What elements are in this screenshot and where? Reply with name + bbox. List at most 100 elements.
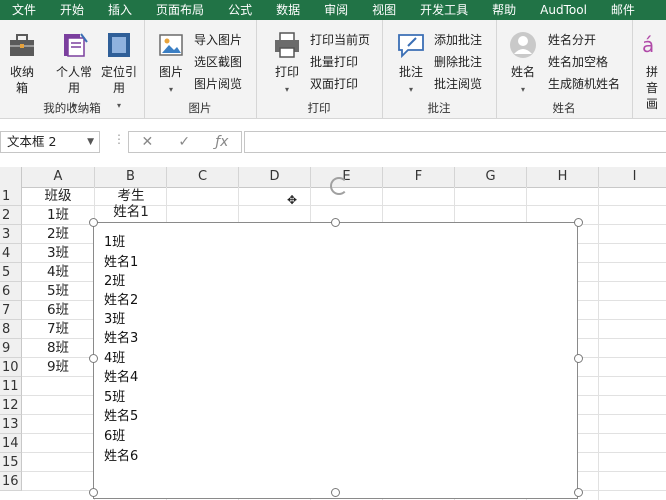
- picture-browse-button[interactable]: 图片阅览: [194, 74, 242, 94]
- tab-home[interactable]: 开始: [48, 0, 96, 20]
- add-space-button[interactable]: 姓名加空格: [548, 52, 608, 72]
- row-header-6[interactable]: 6: [0, 282, 22, 301]
- function-icon[interactable]: ƒx: [215, 134, 228, 150]
- name-box[interactable]: 文本框 2 ▼: [0, 131, 100, 153]
- comment-browse-button[interactable]: 批注阅览: [434, 74, 482, 94]
- column-header-i[interactable]: I: [599, 167, 666, 187]
- cell-a6[interactable]: 5班: [22, 282, 94, 301]
- tab-page-layout[interactable]: 页面布局: [144, 0, 216, 20]
- resize-handle[interactable]: [574, 354, 583, 363]
- batch-print-button[interactable]: 批量打印: [310, 52, 358, 72]
- printer-icon: [275, 32, 299, 58]
- text-box-line: 姓名3: [104, 331, 139, 346]
- import-picture-button[interactable]: 导入图片: [194, 30, 242, 50]
- tab-data[interactable]: 数据: [264, 0, 312, 20]
- picture-button[interactable]: 图片 ▾: [154, 30, 188, 98]
- group-label-print: 打印: [307, 101, 331, 115]
- tab-view[interactable]: 视图: [360, 0, 408, 20]
- print-current-page-button[interactable]: 打印当前页: [310, 30, 370, 50]
- resize-handle[interactable]: [331, 218, 340, 227]
- group-pinyin: á 拼音画: [632, 20, 666, 118]
- row-header-3[interactable]: 3: [0, 225, 22, 244]
- pinyin-button[interactable]: á 拼音画: [640, 30, 664, 112]
- row-header-14[interactable]: 14: [0, 434, 22, 453]
- tab-file[interactable]: 文件: [0, 0, 48, 20]
- storage-button[interactable]: 收纳箱: [4, 30, 40, 96]
- group-name: 姓名 ▾ 姓名分开 姓名加空格 生成随机姓名 姓名: [496, 20, 633, 118]
- row-header-16[interactable]: 16: [0, 472, 22, 491]
- tab-review[interactable]: 审阅: [312, 0, 360, 20]
- rotate-handle-icon[interactable]: [330, 177, 348, 195]
- tab-mail[interactable]: 邮件: [599, 0, 647, 20]
- tab-help[interactable]: 帮助: [480, 0, 528, 20]
- cell-a3[interactable]: 2班: [22, 225, 94, 244]
- comment-browse-label: 批注阅览: [434, 77, 483, 91]
- toolbox-icon: [10, 34, 34, 56]
- resize-handle[interactable]: [89, 218, 98, 227]
- formula-input[interactable]: [244, 131, 666, 153]
- cell-a10[interactable]: 9班: [22, 358, 94, 377]
- row-header-2[interactable]: 2: [0, 206, 22, 225]
- add-comment-button[interactable]: 添加批注: [434, 30, 482, 50]
- cancel-icon[interactable]: ✕: [142, 134, 154, 150]
- row-header-12[interactable]: 12: [0, 396, 22, 415]
- row-header-1[interactable]: 1: [0, 187, 22, 206]
- row-header-4[interactable]: 4: [0, 244, 22, 263]
- text-box-line: 4班: [104, 351, 126, 366]
- delete-comment-button[interactable]: 删除批注: [434, 52, 482, 72]
- column-header-d[interactable]: D: [239, 167, 311, 187]
- chevron-down-icon: ▼: [87, 137, 94, 147]
- row-header-15[interactable]: 15: [0, 453, 22, 472]
- text-box[interactable]: 1班 姓名1 2班 姓名2 3班 姓名3 4班 姓名4 5班 姓名5 6班 姓名…: [93, 222, 578, 499]
- svg-text:á: á: [642, 33, 654, 57]
- tab-insert[interactable]: 插入: [96, 0, 144, 20]
- cell-a7[interactable]: 6班: [22, 301, 94, 320]
- group-collect: 收纳箱 个人常用 ▾ 定位引用 ▾ 我的收纳箱: [0, 20, 145, 118]
- resize-handle[interactable]: [331, 488, 340, 497]
- row-header-5[interactable]: 5: [0, 263, 22, 282]
- column-header-g[interactable]: G: [455, 167, 527, 187]
- print-button[interactable]: 打印 ▾: [270, 30, 304, 98]
- row-header-11[interactable]: 11: [0, 377, 22, 396]
- random-name-button[interactable]: 生成随机姓名: [548, 74, 620, 94]
- cell-a1[interactable]: 班级: [22, 187, 94, 206]
- select-all-corner[interactable]: [0, 167, 22, 187]
- screenshot-button[interactable]: 选区截图: [194, 52, 242, 72]
- cell-a4[interactable]: 3班: [22, 244, 94, 263]
- resize-handle[interactable]: [574, 488, 583, 497]
- split-name-button[interactable]: 姓名分开: [548, 30, 596, 50]
- check-icon[interactable]: ✓: [178, 134, 190, 150]
- column-header-f[interactable]: F: [383, 167, 455, 187]
- cell-b2[interactable]: 姓名1: [95, 203, 167, 222]
- resize-handle[interactable]: [574, 218, 583, 227]
- row-header-7[interactable]: 7: [0, 301, 22, 320]
- column-header-h[interactable]: H: [527, 167, 599, 187]
- cell-a5[interactable]: 4班: [22, 263, 94, 282]
- row-header-8[interactable]: 8: [0, 320, 22, 339]
- tab-formulas[interactable]: 公式: [216, 0, 264, 20]
- duplex-print-button[interactable]: 双面打印: [310, 74, 358, 94]
- comment-button[interactable]: 批注 ▾: [394, 30, 428, 98]
- personal-label: 个人常用: [55, 65, 92, 95]
- row-header-9[interactable]: 9: [0, 339, 22, 358]
- cell-a8[interactable]: 7班: [22, 320, 94, 339]
- text-box-line: 5班: [104, 390, 126, 405]
- cell-a9[interactable]: 8班: [22, 339, 94, 358]
- column-header-b[interactable]: B: [95, 167, 167, 187]
- row-header-13[interactable]: 13: [0, 415, 22, 434]
- move-cursor-icon: ✥: [287, 193, 298, 207]
- name-button[interactable]: 姓名 ▾: [506, 30, 540, 98]
- formula-bar: 文本框 2 ▼ ⋮ ✕ ✓ ƒx: [0, 124, 666, 160]
- tab-developer[interactable]: 开发工具: [408, 0, 480, 20]
- print-label: 打印: [274, 65, 299, 79]
- column-header-c[interactable]: C: [167, 167, 239, 187]
- column-header-a[interactable]: A: [22, 167, 95, 187]
- tab-audtool[interactable]: AudTool: [528, 0, 599, 20]
- resize-handle[interactable]: [89, 354, 98, 363]
- storage-label: 收纳箱: [9, 65, 34, 95]
- more-icon: ⋮: [113, 132, 125, 146]
- resize-handle[interactable]: [89, 488, 98, 497]
- row-header-10[interactable]: 10: [0, 358, 22, 377]
- text-box-line: 姓名5: [104, 409, 139, 424]
- cell-a2[interactable]: 1班: [22, 206, 94, 225]
